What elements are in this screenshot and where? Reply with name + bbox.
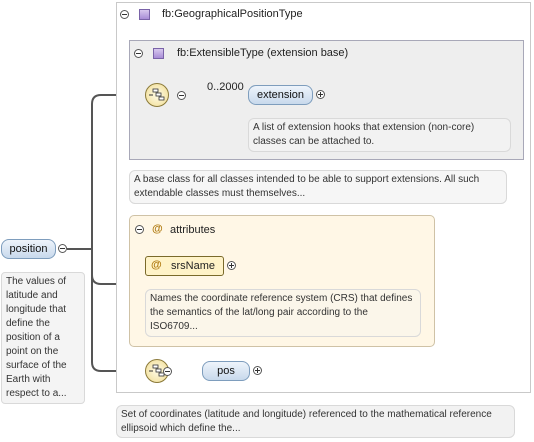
attribute-icon: @: [152, 223, 163, 235]
attributes-header: attributes: [170, 224, 216, 236]
collapse-icon[interactable]: [58, 244, 67, 253]
collapse-icon[interactable]: [177, 91, 186, 100]
pos-element[interactable]: pos: [202, 361, 250, 381]
collapse-icon[interactable]: [163, 367, 172, 376]
srs-name-label: srsName: [171, 260, 216, 272]
root-type-label: fb:GeographicalPositionType: [162, 8, 303, 20]
collapse-icon[interactable]: [135, 225, 144, 234]
complex-type-icon: [153, 48, 164, 59]
occurrence-label: 0..2000: [207, 81, 244, 93]
srs-name-attribute[interactable]: @ srsName: [145, 256, 224, 276]
expand-icon[interactable]: [227, 261, 236, 270]
base-type-documentation: A base class for all classes intended to…: [129, 170, 507, 204]
collapse-icon[interactable]: [120, 10, 129, 19]
root-type-documentation: Set of coordinates (latitude and longitu…: [116, 405, 515, 438]
complex-type-icon: [139, 9, 150, 20]
sequence-compositor-icon[interactable]: [145, 83, 169, 107]
attribute-icon: @: [151, 259, 162, 271]
expand-icon[interactable]: [316, 90, 325, 99]
expand-icon[interactable]: [253, 366, 262, 375]
position-element[interactable]: position: [1, 239, 56, 259]
collapse-icon[interactable]: [134, 49, 143, 58]
position-documentation: The values of latitude and longitude tha…: [1, 272, 85, 404]
srs-name-documentation: Names the coordinate reference system (C…: [145, 289, 421, 337]
extension-documentation: A list of extension hooks that extension…: [248, 118, 511, 152]
base-type-label: fb:ExtensibleType (extension base): [177, 47, 349, 59]
extension-element[interactable]: extension: [248, 85, 313, 105]
